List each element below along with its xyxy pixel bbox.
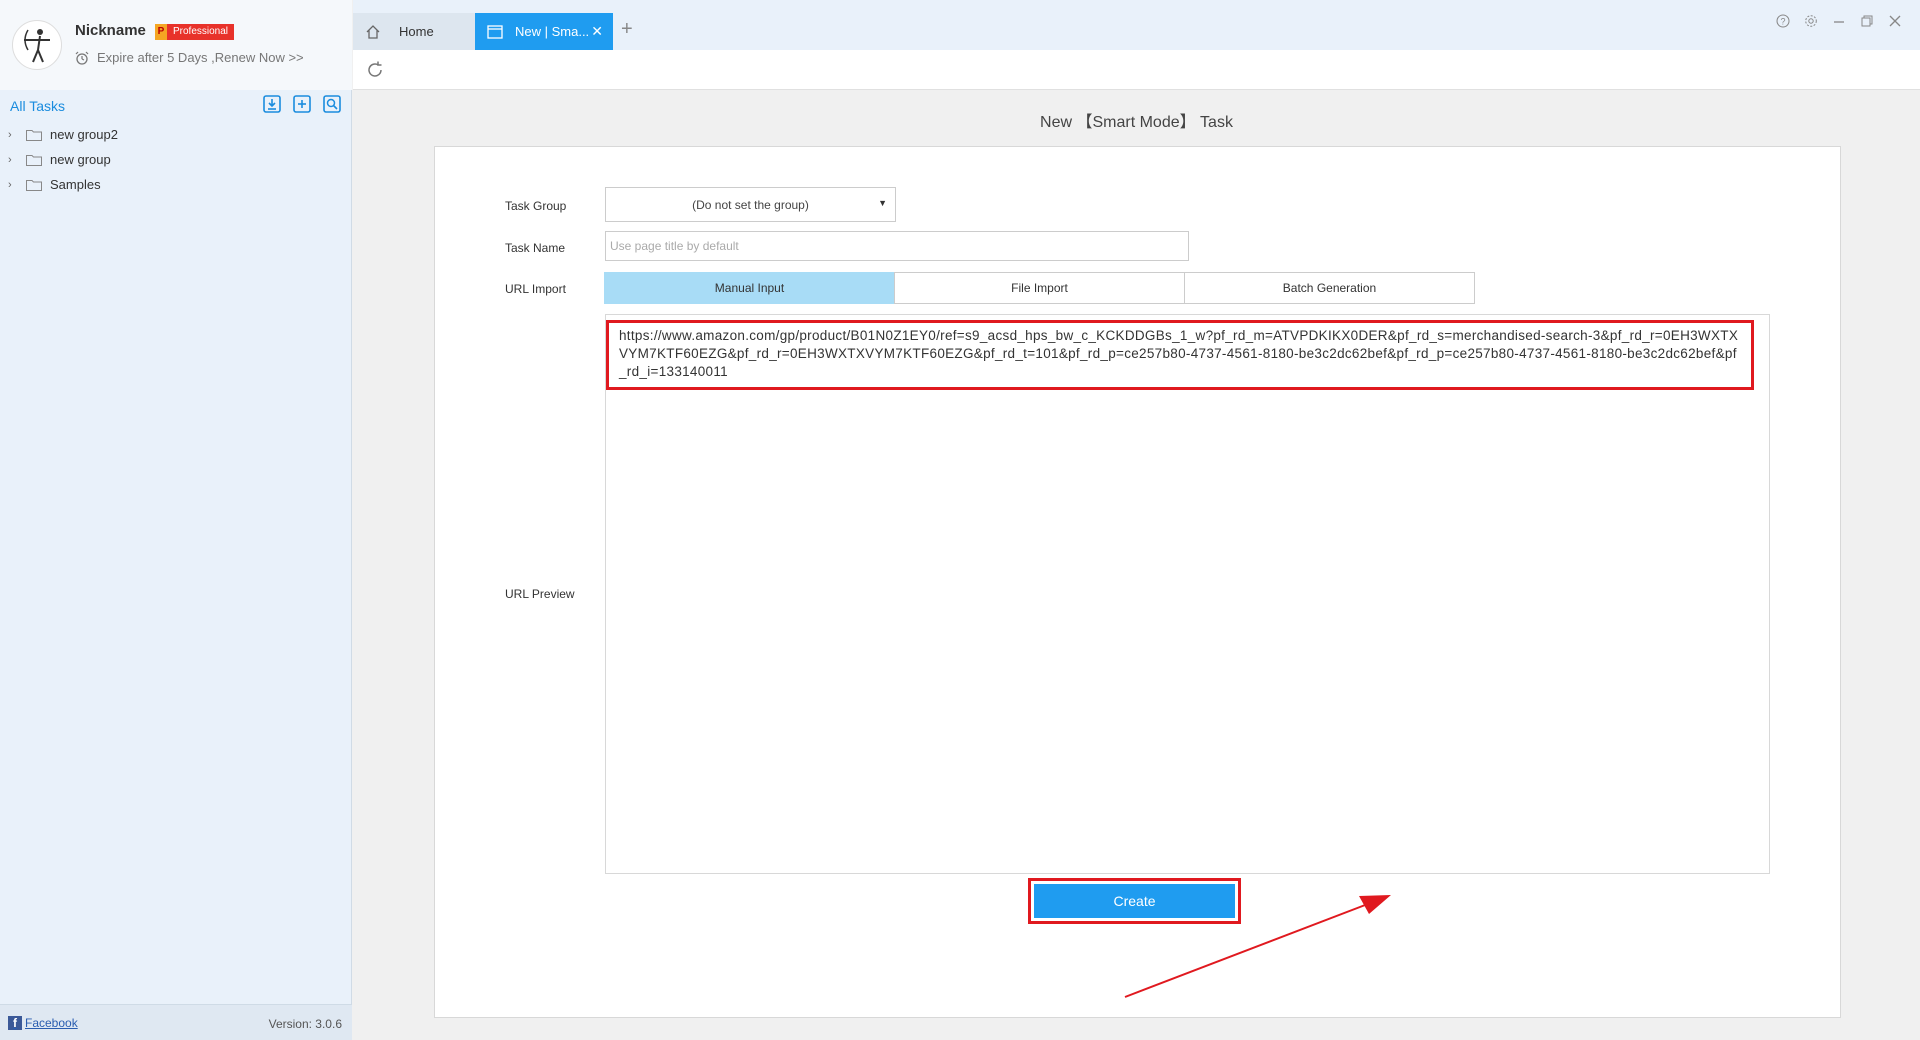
task-group-select[interactable]: (Do not set the group) ▼ (605, 187, 896, 222)
profile-panel: Nickname P Professional Expire after 5 D… (0, 0, 352, 90)
version-label: Version: 3.0.6 (268, 1017, 342, 1031)
tab-home-label: Home (399, 24, 434, 39)
add-group-icon[interactable] (292, 94, 312, 114)
tree-item-new-group2[interactable]: › new group2 (0, 122, 352, 147)
url-import-file-import[interactable]: File Import (894, 272, 1185, 304)
sidebar-toolbar (262, 94, 342, 114)
facebook-link[interactable]: f Facebook (8, 1016, 78, 1030)
task-group-value: (Do not set the group) (692, 197, 809, 212)
url-import-manual-input[interactable]: Manual Input (604, 272, 895, 304)
badge-label: Professional (167, 24, 235, 40)
task-group-label: Task Group (505, 199, 567, 213)
all-tasks-link[interactable]: All Tasks (10, 98, 65, 114)
main-area: Home New | Sma... ✕ + ? New 【Smart Mode】… (353, 0, 1920, 1040)
page-title: New 【Smart Mode】 Task (1040, 114, 1233, 131)
task-form-panel: Task Group (Do not set the group) ▼ Task… (434, 146, 1841, 1018)
sidebar-footer: f Facebook Version: 3.0.6 (0, 1004, 352, 1040)
window-icon (487, 24, 503, 39)
url-import-label: URL Import (505, 282, 566, 296)
tree-item-label: Samples (50, 177, 101, 192)
task-name-input[interactable] (605, 231, 1189, 261)
tree-item-label: new group2 (50, 127, 118, 142)
import-task-icon[interactable] (262, 94, 282, 114)
red-arrow-annotation (1124, 895, 1391, 998)
expire-text: Expire after 5 Days ,Renew Now >> (97, 50, 304, 65)
tree-item-samples[interactable]: › Samples (0, 172, 352, 197)
avatar[interactable] (12, 20, 62, 70)
minimize-icon[interactable] (1832, 14, 1846, 31)
settings-icon[interactable] (1804, 14, 1818, 31)
task-tree: › new group2 › new group › Samples (0, 122, 352, 197)
facebook-icon: f (8, 1016, 22, 1030)
facebook-label: Facebook (25, 1016, 78, 1030)
archer-icon (24, 29, 50, 63)
tab-new-label: New | Sma... (515, 24, 590, 39)
restore-icon[interactable] (1860, 14, 1874, 31)
svg-text:?: ? (1780, 17, 1785, 27)
close-window-icon[interactable] (1888, 14, 1902, 31)
home-icon (366, 24, 380, 39)
window-controls: ? (1776, 14, 1902, 31)
all-tasks-header: All Tasks (0, 92, 352, 118)
nickname: Nickname (75, 22, 146, 39)
help-icon[interactable]: ? (1776, 14, 1790, 31)
tree-item-new-group[interactable]: › new group (0, 147, 352, 172)
expire-notice[interactable]: Expire after 5 Days ,Renew Now >> (75, 50, 304, 65)
close-icon[interactable]: ✕ (591, 23, 603, 40)
url-import-batch-generation[interactable]: Batch Generation (1184, 272, 1475, 304)
url-import-tabs: Manual Input File Import Batch Generatio… (604, 272, 1475, 304)
browser-toolbar (353, 50, 1920, 90)
folder-icon (26, 154, 42, 166)
alarm-clock-icon (75, 51, 89, 65)
caret-down-icon: ▼ (878, 198, 887, 208)
chevron-right-icon[interactable]: › (8, 129, 20, 141)
folder-icon (26, 129, 42, 141)
chevron-right-icon[interactable]: › (8, 179, 20, 191)
chevron-right-icon[interactable]: › (8, 154, 20, 166)
task-name-label: Task Name (505, 241, 566, 255)
refresh-icon[interactable] (365, 60, 385, 80)
search-task-icon[interactable] (322, 94, 342, 114)
url-preview-textarea[interactable]: https://www.amazon.com/gp/product/B01N0Z… (605, 314, 1770, 874)
professional-badge: P Professional (155, 24, 235, 40)
tab-bar: Home New | Sma... ✕ + ? (353, 0, 1920, 50)
sidebar: Nickname P Professional Expire after 5 D… (0, 0, 352, 1040)
add-tab-icon[interactable]: + (621, 18, 633, 41)
folder-icon (26, 179, 42, 191)
tab-new-task[interactable]: New | Sma... ✕ (475, 13, 613, 50)
url-text-highlighted[interactable]: https://www.amazon.com/gp/product/B01N0Z… (606, 320, 1754, 390)
url-preview-label: URL Preview (505, 587, 575, 601)
badge-letter: P (155, 24, 167, 40)
tree-item-label: new group (50, 152, 111, 167)
tab-home[interactable]: Home (353, 13, 475, 50)
